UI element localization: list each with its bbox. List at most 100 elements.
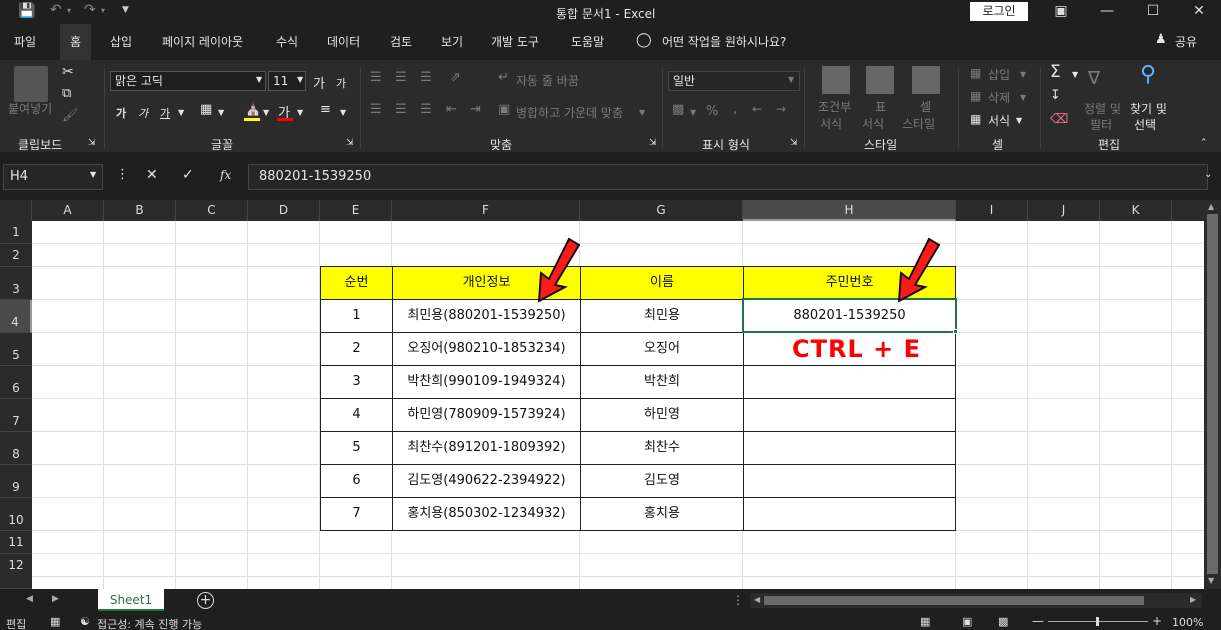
tab-data[interactable]: 데이터 — [327, 33, 360, 50]
zoom-slider-thumb[interactable] — [1096, 617, 1099, 626]
column-header-f[interactable]: F — [392, 200, 580, 221]
cell-styles-label2[interactable]: 스타일 — [902, 115, 935, 132]
name-box[interactable]: H4 — [3, 164, 103, 190]
wrap-text-icon[interactable]: ↵ — [498, 70, 509, 85]
page-break-view-icon[interactable]: ▩ — [998, 615, 1008, 628]
sort-filter-label2[interactable]: 필터 — [1090, 116, 1112, 133]
format-cells-icon[interactable]: ▦ — [970, 112, 981, 126]
zoom-out-icon[interactable]: — — [1032, 614, 1044, 628]
maximize-icon[interactable]: ☐ — [1130, 0, 1176, 24]
column-header-b[interactable]: B — [104, 200, 176, 221]
cancel-entry-button[interactable]: ✕ — [146, 167, 158, 183]
column-header-h[interactable]: H — [743, 200, 956, 221]
accessibility-status[interactable]: 접근성: 계속 진행 가능 — [97, 616, 202, 630]
fill-handle[interactable] — [953, 329, 958, 334]
table-cell[interactable] — [743, 365, 956, 399]
tab-page-layout[interactable]: 페이지 레이아웃 — [162, 33, 243, 50]
merge-center-icon[interactable]: ▣ — [498, 102, 510, 117]
merge-center-button[interactable]: 병합하고 가운데 맞춤 — [516, 104, 623, 121]
bold-button[interactable]: 가 — [116, 105, 126, 121]
font-size-dropdown-icon[interactable]: ▼ — [297, 75, 303, 84]
redo-icon[interactable]: ↷ — [84, 2, 96, 18]
table-cell[interactable]: 김도영(490622-2394922) — [392, 464, 581, 498]
row-header-1[interactable]: 1 — [0, 221, 32, 244]
zoom-level[interactable]: 100% — [1172, 616, 1203, 629]
conditional-format-icon[interactable] — [822, 66, 850, 94]
tab-file[interactable]: 파일 — [14, 33, 36, 50]
zoom-in-icon[interactable]: + — [1152, 614, 1162, 628]
horizontal-scroll-thumb[interactable] — [764, 596, 1144, 605]
page-layout-view-icon[interactable]: ▣ — [962, 615, 972, 628]
decrease-decimal-icon[interactable]: → — [776, 102, 786, 116]
tab-insert[interactable]: 삽입 — [110, 33, 132, 50]
align-right-icon[interactable]: ☰ — [420, 102, 432, 117]
tab-home[interactable]: 홈 — [60, 24, 92, 60]
align-left-icon[interactable]: ☰ — [370, 102, 382, 117]
row-header-7[interactable]: 7 — [0, 399, 32, 432]
table-cell[interactable]: 오징어 — [580, 332, 744, 366]
number-launcher-icon[interactable]: ⇲ — [790, 138, 798, 148]
table-cell[interactable]: 5 — [320, 431, 393, 465]
underline-button[interactable]: 가 — [160, 105, 170, 121]
row-header-11[interactable]: 11 — [0, 531, 32, 554]
paste-button[interactable]: 붙여넣기 — [8, 100, 52, 117]
table-cell[interactable]: 하민영(780909-1573924) — [392, 398, 581, 432]
scroll-down-icon[interactable]: ▼ — [1208, 576, 1214, 585]
sort-filter-label1[interactable]: 정렬 및 — [1084, 100, 1121, 117]
clipboard-launcher-icon[interactable]: ⇲ — [88, 138, 96, 148]
row-header-12[interactable]: 12 — [0, 554, 32, 589]
table-cell[interactable]: 하민영 — [580, 398, 744, 432]
clear-icon[interactable]: ⌫ — [1050, 112, 1068, 127]
cell-styles-icon[interactable] — [912, 66, 940, 94]
table-cell[interactable]: 홍치용 — [580, 497, 744, 531]
delete-cells-button[interactable]: 삭제 — [988, 89, 1010, 106]
table-cell[interactable]: 2 — [320, 332, 393, 366]
column-header-g[interactable]: G — [580, 200, 743, 221]
decrease-indent-icon[interactable]: ⇤ — [446, 102, 457, 117]
number-format-box[interactable]: 일반 — [668, 71, 800, 91]
formula-input[interactable]: 880201-1539250 — [248, 164, 1208, 190]
format-painter-icon[interactable]: 🖌 — [62, 108, 79, 123]
column-header-e[interactable]: E — [320, 200, 392, 221]
undo-icon[interactable]: ↶ — [50, 2, 62, 18]
delete-cells-icon[interactable]: ▦ — [970, 89, 981, 103]
fill-color-icon[interactable]: ⛪ — [245, 102, 261, 117]
align-bottom-icon[interactable]: ☰ — [420, 70, 432, 85]
add-sheet-button[interactable]: + — [197, 592, 214, 609]
table-cell[interactable]: 1 — [320, 299, 393, 333]
conditional-format-label1[interactable]: 조건부 — [818, 98, 851, 115]
align-top-icon[interactable]: ☰ — [370, 70, 382, 85]
undo-dropdown-icon[interactable]: ▾ — [67, 6, 71, 15]
table-cell[interactable] — [743, 464, 956, 498]
table-cell[interactable]: 홍치용(850302-1234932) — [392, 497, 581, 531]
find-select-label1[interactable]: 찾기 및 — [1130, 100, 1167, 117]
scroll-tabs-left-icon[interactable]: ◀ — [26, 594, 33, 604]
quick-access-dropdown-icon[interactable]: ▼ — [122, 5, 129, 15]
tab-split-handle-icon[interactable]: ⋮ — [732, 593, 744, 607]
find-select-icon[interactable]: ⚲ — [1140, 62, 1156, 87]
conditional-format-label2[interactable]: 서식 — [820, 115, 842, 132]
table-cell[interactable]: 박찬희(990109-1949324) — [392, 365, 581, 399]
percent-button[interactable]: % — [706, 104, 718, 119]
table-cell[interactable]: 김도영 — [580, 464, 744, 498]
row-header-2[interactable]: 2 — [0, 244, 32, 267]
delete-dropdown-icon[interactable]: ▼ — [1020, 93, 1026, 102]
row-header-8[interactable]: 8 — [0, 432, 32, 465]
cut-icon[interactable]: ✂ — [62, 64, 74, 80]
borders-icon[interactable]: ▦ — [200, 102, 212, 117]
accounting-dropdown-icon[interactable]: ▼ — [690, 108, 696, 117]
scroll-up-icon[interactable]: ▲ — [1208, 202, 1214, 211]
row-header-10[interactable]: 10 — [0, 498, 32, 531]
tab-help[interactable]: 도움말 — [571, 33, 604, 50]
phonetic-icon[interactable]: ≡ — [320, 102, 331, 117]
tab-developer[interactable]: 개발 도구 — [491, 33, 539, 50]
copy-icon[interactable]: ⧉ — [62, 86, 71, 101]
table-cell[interactable] — [743, 497, 956, 531]
table-cell[interactable] — [743, 398, 956, 432]
table-cell[interactable]: 4 — [320, 398, 393, 432]
format-as-table-icon[interactable] — [866, 66, 894, 94]
align-center-icon[interactable]: ☰ — [395, 102, 407, 117]
format-dropdown-icon[interactable]: ▼ — [1016, 116, 1022, 125]
name-box-dropdown-icon[interactable]: ▼ — [90, 170, 96, 179]
insert-cells-icon[interactable]: ▦ — [970, 66, 981, 80]
